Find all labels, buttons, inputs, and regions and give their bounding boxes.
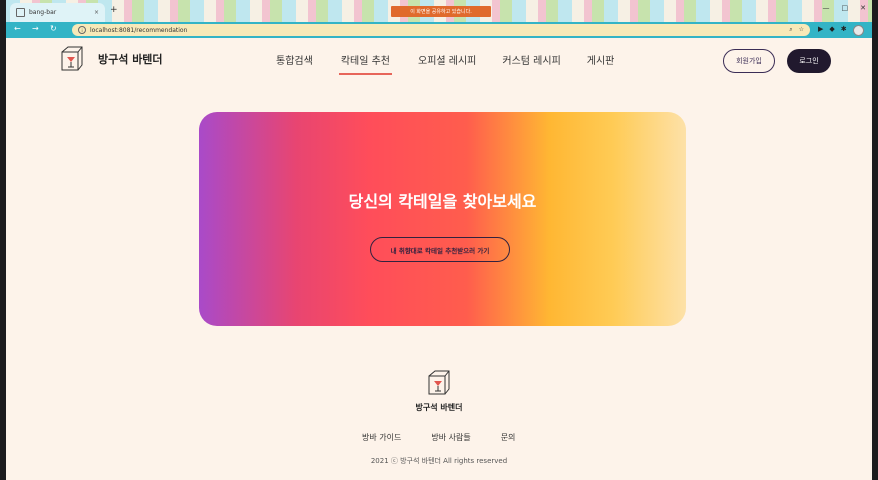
minimize-icon[interactable]: — bbox=[823, 4, 830, 12]
browser-window: bang-bar × + 이 화면을 공유하고 있습니다. — □ ✕ ← → … bbox=[6, 0, 872, 480]
extensions-bar: ▶ ◆ ✱ bbox=[818, 25, 864, 36]
footer-link-contact[interactable]: 문의 bbox=[501, 432, 516, 443]
maximize-icon[interactable]: □ bbox=[842, 4, 849, 12]
reload-icon[interactable]: ↻ bbox=[50, 24, 57, 33]
browser-toolbar: ← → ↻ i localhost:8081/recommendation ⌕ … bbox=[6, 22, 872, 38]
main-nav: 통합검색 칵테일 추천 오피셜 레시피 커스텀 레시피 게시판 bbox=[276, 52, 640, 75]
extension-shield-icon[interactable]: ◆ bbox=[829, 25, 834, 36]
recommendation-cta-button[interactable]: 내 취향대로 칵테일 추천받으러 가기 bbox=[370, 237, 510, 262]
site-logo[interactable]: 방구석 바텐더 bbox=[60, 46, 163, 72]
forward-icon[interactable]: → bbox=[32, 24, 39, 33]
hero-banner: 당신의 칵테일을 찾아보세요 내 취향대로 칵테일 추천받으러 가기 bbox=[199, 112, 686, 326]
tab-title: bang-bar bbox=[29, 9, 57, 16]
site-info-icon[interactable]: i bbox=[78, 26, 86, 34]
copyright-text: 2021 ⓒ 방구석 바텐더 All rights reserved bbox=[370, 457, 508, 465]
profile-avatar-icon[interactable] bbox=[852, 25, 864, 36]
footer-logo-icon bbox=[428, 370, 450, 395]
screen-sharing-banner: 이 화면을 공유하고 있습니다. bbox=[391, 6, 491, 17]
footer-link-people[interactable]: 방바 사람들 bbox=[431, 432, 470, 443]
tab-close-icon[interactable]: × bbox=[94, 9, 99, 16]
footer-links: 방바 가이드 방바 사람들 문의 bbox=[362, 432, 515, 443]
nav-item-custom-recipes[interactable]: 커스텀 레시피 bbox=[502, 52, 560, 75]
footer-brand: 방구석 바텐더 bbox=[415, 403, 463, 412]
new-tab-button[interactable]: + bbox=[110, 5, 118, 15]
favicon-icon bbox=[16, 8, 25, 17]
footer-link-guide[interactable]: 방바 가이드 bbox=[362, 432, 401, 443]
signup-button[interactable]: 회원가입 bbox=[723, 49, 775, 73]
bookmark-star-icon[interactable]: ☆ bbox=[799, 26, 804, 34]
nav-item-cocktail-recommendation[interactable]: 칵테일 추천 bbox=[338, 52, 392, 75]
extension-puzzle-icon[interactable]: ✱ bbox=[841, 25, 847, 36]
address-bar[interactable]: i localhost:8081/recommendation ⌕ ☆ bbox=[72, 24, 810, 36]
login-button[interactable]: 로그인 bbox=[787, 49, 831, 73]
back-icon[interactable]: ← bbox=[14, 24, 21, 33]
browser-tab[interactable]: bang-bar × bbox=[10, 3, 105, 22]
window-controls: — □ ✕ bbox=[823, 4, 867, 12]
cocktail-cube-logo-icon bbox=[61, 46, 83, 71]
nav-item-board[interactable]: 게시판 bbox=[587, 52, 615, 75]
nav-item-search[interactable]: 통합검색 bbox=[276, 52, 313, 75]
close-window-icon[interactable]: ✕ bbox=[860, 4, 866, 12]
nav-item-official-recipes[interactable]: 오피셜 레시피 bbox=[418, 52, 476, 75]
url-text: localhost:8081/recommendation bbox=[90, 26, 188, 34]
zoom-icon[interactable]: ⌕ bbox=[789, 26, 792, 34]
tab-strip: bang-bar × + 이 화면을 공유하고 있습니다. — □ ✕ bbox=[6, 0, 872, 22]
extension-play-icon[interactable]: ▶ bbox=[818, 25, 823, 36]
hero-title: 당신의 칵테일을 찾아보세요 bbox=[348, 192, 537, 211]
brand-name: 방구석 바텐더 bbox=[98, 53, 163, 66]
